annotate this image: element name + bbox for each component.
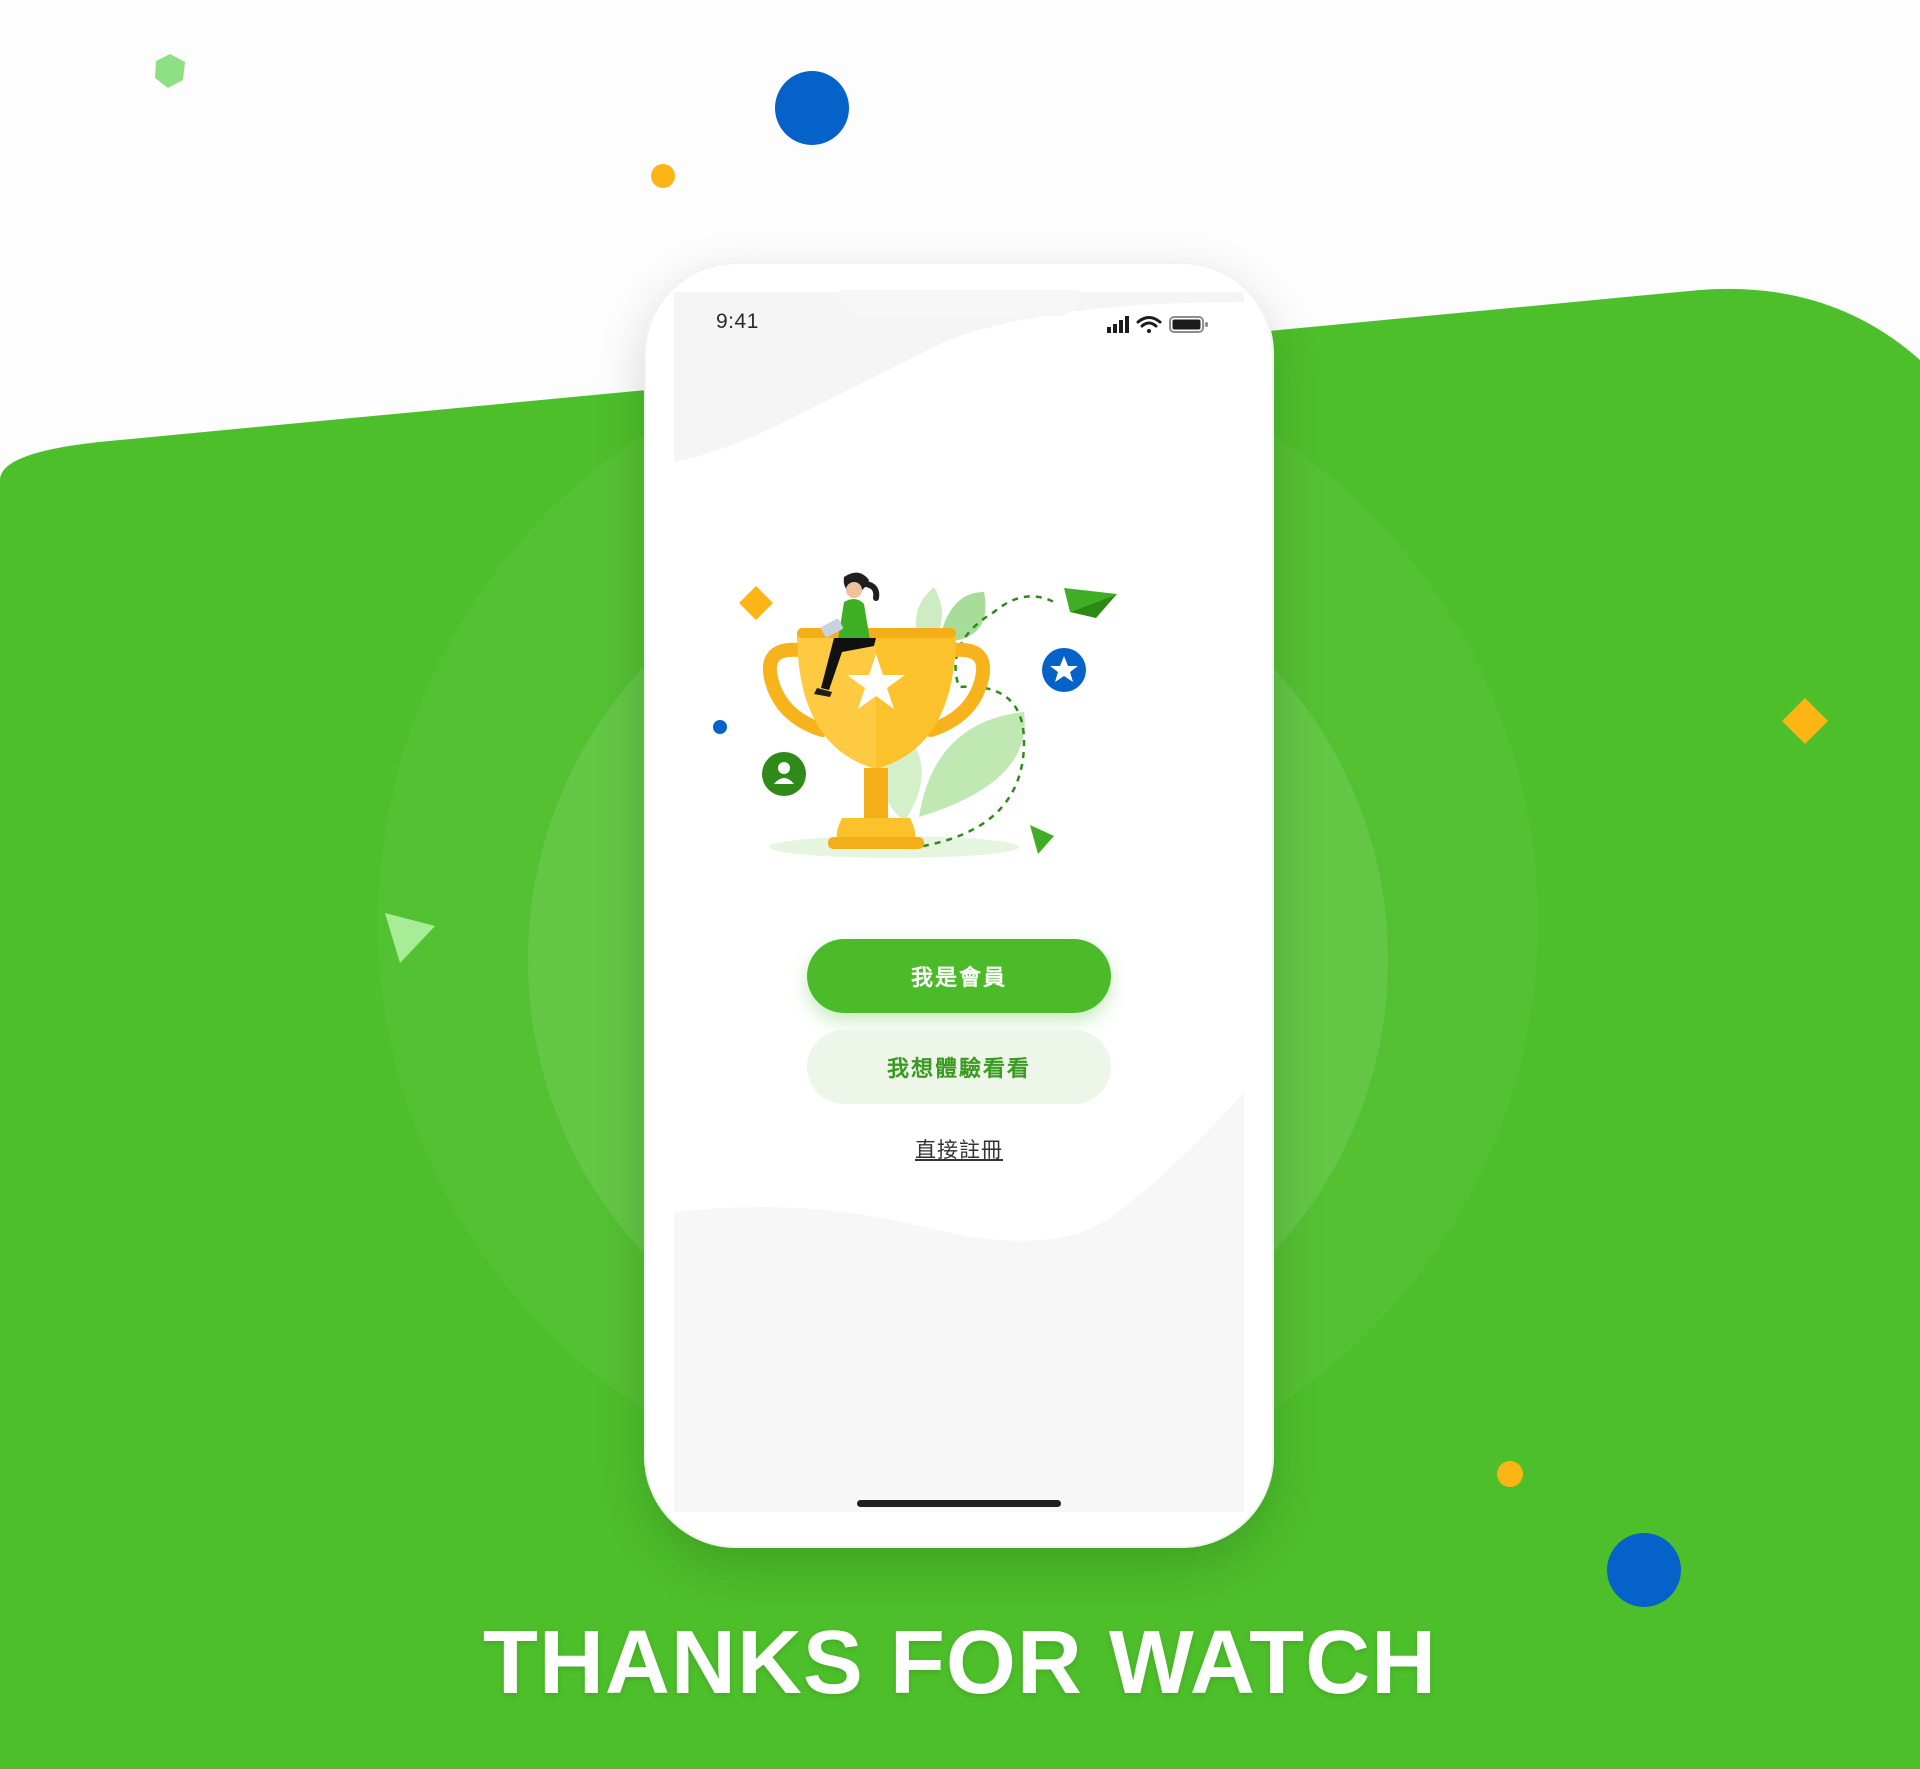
hexagon-decoration bbox=[155, 54, 185, 88]
paper-plane-icon bbox=[1064, 588, 1117, 618]
phone-mockup: 9:41 我是會員 我想體驗看看 直接註冊 bbox=[644, 262, 1274, 1548]
star-badge-icon bbox=[1042, 648, 1086, 692]
triangle-decoration bbox=[1030, 825, 1054, 854]
battery-icon bbox=[1169, 316, 1208, 333]
member-login-button[interactable]: 我是會員 bbox=[807, 939, 1111, 1013]
footer-title: THANKS FOR WATCH bbox=[482, 1613, 1438, 1713]
blue-dot-decoration bbox=[713, 720, 727, 734]
status-time: 9:41 bbox=[716, 310, 759, 333]
blue-circle-decoration bbox=[775, 71, 849, 145]
home-indicator bbox=[857, 1500, 1061, 1507]
user-badge-icon bbox=[762, 752, 806, 796]
yellow-dot-decoration bbox=[651, 164, 675, 188]
wifi-icon bbox=[1136, 316, 1162, 333]
triangle-decoration bbox=[385, 913, 435, 963]
phone-notch bbox=[839, 290, 1079, 316]
status-icons bbox=[1107, 316, 1208, 333]
signal-icon bbox=[1107, 316, 1129, 333]
trial-button[interactable]: 我想體驗看看 bbox=[807, 1030, 1111, 1104]
phone-background-waves bbox=[674, 292, 1244, 1512]
blue-circle-decoration bbox=[1607, 1533, 1681, 1607]
trophy-illustration bbox=[713, 572, 1117, 858]
yellow-dot-decoration bbox=[1497, 1461, 1523, 1487]
yellow-diamond-decoration bbox=[1782, 698, 1828, 744]
register-link[interactable]: 直接註冊 bbox=[644, 1134, 1274, 1164]
yellow-diamond-decoration bbox=[739, 586, 773, 620]
